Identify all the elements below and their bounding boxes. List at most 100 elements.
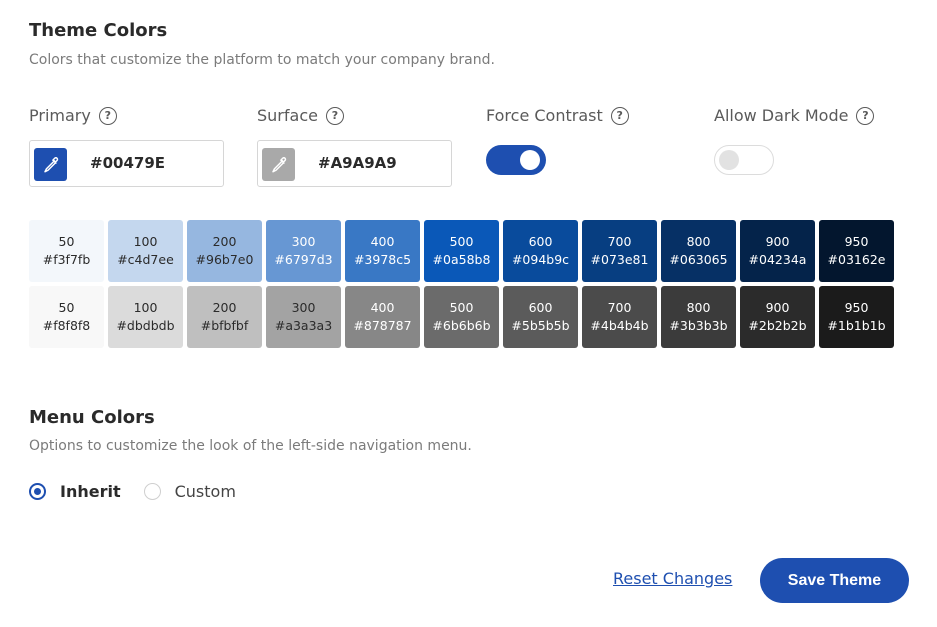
swatch-hex: #f3f7fb — [42, 252, 91, 267]
palette-swatch[interactable]: 50 #f3f7fb — [29, 220, 104, 282]
swatch-hex: #bfbfbf — [200, 318, 249, 333]
palette-swatch[interactable]: 500 #0a58b8 — [424, 220, 499, 282]
radio-custom[interactable] — [143, 483, 161, 500]
swatch-shade: 200 — [212, 234, 237, 249]
swatch-shade: 950 — [844, 300, 869, 315]
palette-swatch[interactable]: 700 #073e81 — [582, 220, 657, 282]
palette-swatch[interactable]: 400 #3978c5 — [345, 220, 420, 282]
swatch-hex: #3b3b3b — [669, 318, 728, 333]
swatch-hex: #6b6b6b — [432, 318, 491, 333]
force-contrast-toggle[interactable] — [486, 145, 546, 175]
swatch-shade: 800 — [686, 234, 711, 249]
palette-swatch[interactable]: 700 #4b4b4b — [582, 286, 657, 348]
swatch-hex: #073e81 — [590, 252, 649, 267]
primary-palette: 50 #f3f7fb 100 #c4d7ee 200 #96b7e0 300 #6797d3 4… — [29, 220, 894, 282]
swatch-shade: 200 — [212, 300, 237, 315]
palette-swatch[interactable]: 950 #1b1b1b — [819, 286, 894, 348]
help-icon[interactable]: ? — [325, 106, 344, 125]
swatch-hex: #878787 — [353, 318, 412, 333]
swatch-shade: 700 — [607, 300, 632, 315]
palette-swatch[interactable]: 100 #c4d7ee — [108, 220, 183, 282]
swatch-hex: #063065 — [669, 252, 728, 267]
surface-palette: 50 #f8f8f8 100 #dbdbdb 200 #bfbfbf 300 #a3a3a3 4… — [29, 286, 894, 348]
swatch-shade: 300 — [291, 234, 316, 249]
swatch-shade: 900 — [765, 234, 790, 249]
swatch-shade: 800 — [686, 300, 711, 315]
radio-inherit[interactable] — [29, 483, 46, 500]
swatch-shade: 600 — [528, 234, 553, 249]
swatch-hex: #96b7e0 — [195, 252, 254, 267]
swatch-shade: 950 — [844, 234, 869, 249]
palette-swatch[interactable]: 600 #5b5b5b — [503, 286, 578, 348]
theme-colors-title: Theme Colors — [29, 20, 168, 41]
allow-dark-mode-label-group: Allow Dark Mode ? — [714, 106, 875, 125]
help-icon[interactable]: ? — [98, 106, 117, 125]
swatch-shade: 600 — [528, 300, 553, 315]
help-icon[interactable]: ? — [610, 106, 629, 125]
primary-hex-value[interactable]: #00479E — [90, 154, 165, 172]
toggle-knob — [719, 150, 739, 170]
swatch-shade: 50 — [58, 234, 75, 249]
palette-swatch[interactable]: 800 #063065 — [661, 220, 736, 282]
swatch-shade: 700 — [607, 234, 632, 249]
swatch-shade: 100 — [133, 234, 158, 249]
palette-swatch[interactable]: 50 #f8f8f8 — [29, 286, 104, 348]
save-theme-button[interactable]: Save Theme — [760, 558, 909, 603]
palette-swatch[interactable]: 300 #a3a3a3 — [266, 286, 341, 348]
palette-swatch[interactable]: 100 #dbdbdb — [108, 286, 183, 348]
surface-hex-value[interactable]: #A9A9A9 — [318, 154, 397, 172]
palette-swatch[interactable]: 950 #03162e — [819, 220, 894, 282]
eyedropper-icon — [271, 156, 286, 172]
surface-color-input[interactable]: #A9A9A9 — [257, 140, 452, 187]
swatch-hex: #03162e — [827, 252, 886, 267]
palette-swatch[interactable]: 300 #6797d3 — [266, 220, 341, 282]
palette-swatch[interactable]: 400 #878787 — [345, 286, 420, 348]
menu-colors-description: Options to customize the look of the lef… — [29, 438, 472, 454]
palette-swatch[interactable]: 900 #2b2b2b — [740, 286, 815, 348]
swatch-shade: 500 — [449, 300, 474, 315]
help-icon[interactable]: ? — [856, 106, 875, 125]
swatch-hex: #dbdbdb — [116, 318, 175, 333]
allow-dark-mode-toggle[interactable] — [714, 145, 774, 175]
swatch-shade: 50 — [58, 300, 75, 315]
theme-colors-description: Colors that customize the platform to ma… — [29, 52, 495, 68]
primary-label: Primary — [29, 106, 91, 125]
palette-swatch[interactable]: 800 #3b3b3b — [661, 286, 736, 348]
surface-label-group: Surface ? — [257, 106, 344, 125]
swatch-hex: #1b1b1b — [827, 318, 886, 333]
force-contrast-label-group: Force Contrast ? — [486, 106, 629, 125]
palette-swatch[interactable]: 900 #04234a — [740, 220, 815, 282]
swatch-shade: 400 — [370, 300, 395, 315]
swatch-hex: #0a58b8 — [432, 252, 491, 267]
palette-swatch[interactable]: 200 #96b7e0 — [187, 220, 262, 282]
swatch-shade: 900 — [765, 300, 790, 315]
palette-swatch[interactable]: 600 #094b9c — [503, 220, 578, 282]
radio-inherit-label[interactable]: Inherit — [60, 482, 121, 501]
primary-picker-button[interactable] — [34, 148, 67, 181]
force-contrast-label: Force Contrast — [486, 106, 603, 125]
swatch-hex: #094b9c — [511, 252, 570, 267]
swatch-hex: #4b4b4b — [590, 318, 649, 333]
reset-changes-link[interactable]: Reset Changes — [613, 569, 732, 588]
radio-custom-label[interactable]: Custom — [175, 482, 236, 501]
palette-swatch[interactable]: 200 #bfbfbf — [187, 286, 262, 348]
eyedropper-icon — [43, 156, 58, 172]
swatch-shade: 500 — [449, 234, 474, 249]
menu-colors-title: Menu Colors — [29, 407, 155, 428]
palette-swatch[interactable]: 500 #6b6b6b — [424, 286, 499, 348]
swatch-hex: #2b2b2b — [748, 318, 807, 333]
primary-label-group: Primary ? — [29, 106, 117, 125]
swatch-shade: 400 — [370, 234, 395, 249]
toggle-knob — [520, 150, 540, 170]
swatch-hex: #5b5b5b — [511, 318, 570, 333]
menu-color-options: Inherit Custom — [29, 482, 236, 501]
swatch-hex: #a3a3a3 — [274, 318, 333, 333]
surface-label: Surface — [257, 106, 318, 125]
surface-picker-button[interactable] — [262, 148, 295, 181]
swatch-hex: #04234a — [748, 252, 807, 267]
primary-color-input[interactable]: #00479E — [29, 140, 224, 187]
swatch-hex: #f8f8f8 — [42, 318, 91, 333]
swatch-shade: 300 — [291, 300, 316, 315]
swatch-hex: #c4d7ee — [117, 252, 174, 267]
swatch-hex: #6797d3 — [274, 252, 333, 267]
